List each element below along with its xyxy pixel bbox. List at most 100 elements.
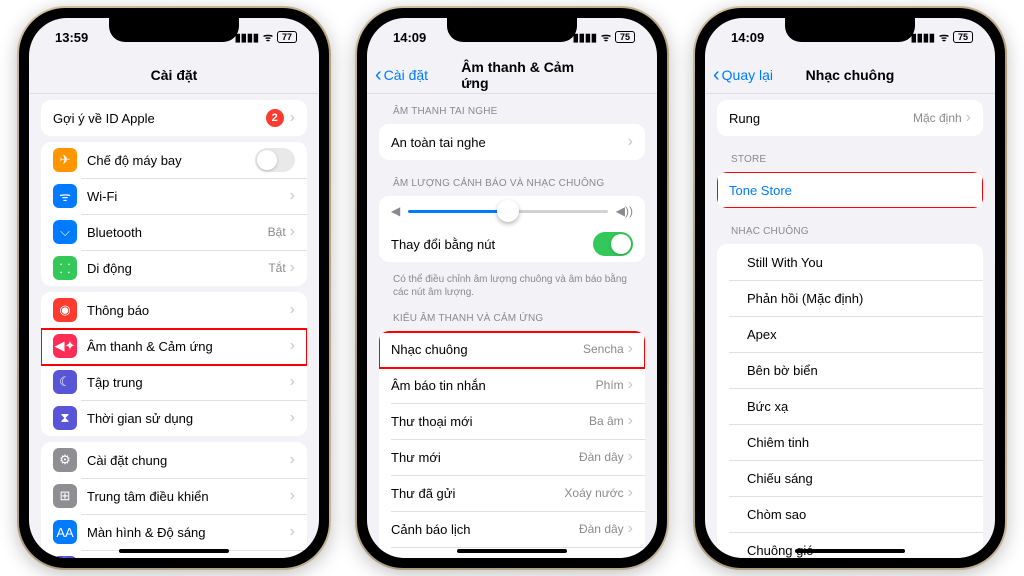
slider-thumb[interactable] <box>497 200 519 222</box>
row-icon: ⚙︎ <box>53 448 77 472</box>
chevron-right-icon: › <box>628 412 633 430</box>
row-label: Thông báo <box>87 303 290 318</box>
row-label: Thời gian sử dụng <box>87 411 290 426</box>
sound-row[interactable]: Cảnh báo lịchĐàn dây› <box>379 511 645 547</box>
sound-row[interactable]: Thư mớiĐàn dây › <box>379 439 645 475</box>
chevron-right-icon: › <box>628 340 633 358</box>
status-time: 13:59 <box>55 30 88 45</box>
row-value: Phím <box>596 378 624 392</box>
chevron-right-icon: › <box>628 484 633 502</box>
row-icon: ⊞ <box>53 484 77 508</box>
row-label: Chòm sao <box>747 507 971 522</box>
toggle[interactable] <box>255 148 295 172</box>
volume-slider[interactable] <box>408 210 608 213</box>
row-vibration[interactable]: Rung Mặc định › <box>717 100 983 136</box>
toggle-change-buttons[interactable] <box>593 232 633 256</box>
phone-sounds: 14:09 ▮▮▮▮ ᯤ 75 ‹ Cài đặt Âm thanh & Cảm… <box>357 8 667 568</box>
settings-row[interactable]: ᯤWi-Fi› <box>41 178 307 214</box>
row-value: Ba âm <box>589 414 624 428</box>
settings-row[interactable]: AA Màn hình & Độ sáng› <box>41 514 307 550</box>
row-label: Cài đặt chung <box>87 453 290 468</box>
row-value: Đàn dây <box>579 522 624 536</box>
chevron-right-icon: › <box>290 523 295 541</box>
ringtone-row[interactable]: Chiếu sáng <box>717 460 983 496</box>
row-icon: AA <box>53 520 77 544</box>
group-header: NHẠC CHUÔNG <box>705 214 995 242</box>
home-indicator <box>119 549 229 553</box>
chevron-right-icon: › <box>290 337 295 355</box>
row-headphone-safety[interactable]: An toàn tai nghe › <box>379 124 645 160</box>
row-label: An toàn tai nghe <box>391 135 628 150</box>
row-icon: ᯤ <box>53 184 77 208</box>
row-label: Bên bờ biển <box>747 363 971 378</box>
row-label: Tập trung <box>87 375 290 390</box>
settings-row[interactable]: ✈︎Chế độ máy bay <box>41 142 307 178</box>
sound-row[interactable]: Nhạc chuôngSencha› <box>379 331 645 367</box>
signal-icon: ▮▮▮▮ <box>573 31 597 44</box>
row-icon: ☾ <box>53 370 77 394</box>
ringtone-row[interactable]: Still With You <box>717 244 983 280</box>
row-label: Apex <box>747 327 971 342</box>
status-time: 14:09 <box>393 30 426 45</box>
row-change-with-buttons[interactable]: Thay đổi bằng nút <box>379 226 645 262</box>
row-value: Xoáy nước <box>564 486 623 500</box>
chevron-left-icon: ‹ <box>375 65 382 85</box>
settings-row[interactable]: ⚙︎Cài đặt chung› <box>41 442 307 478</box>
settings-row[interactable]: ◉Thông báo› <box>41 292 307 328</box>
row-label: Màn hình & Độ sáng <box>87 525 290 540</box>
row-label: Thay đổi bằng nút <box>391 237 593 252</box>
chevron-right-icon: › <box>628 520 633 538</box>
settings-row[interactable]: ⸬Di độngTắt› <box>41 250 307 286</box>
status-time: 14:09 <box>731 30 764 45</box>
chevron-right-icon: › <box>290 223 295 241</box>
row-label: Thư mới <box>391 450 579 465</box>
sound-row[interactable]: Thư thoại mớiBa âm› <box>379 403 645 439</box>
nav-bar: ‹ Quay lại Nhạc chuông <box>705 56 995 94</box>
row-label: Di động <box>87 261 268 276</box>
ringtone-row[interactable]: Phản hồi (Mặc định) <box>717 280 983 316</box>
row-icon: ◉ <box>53 298 77 322</box>
ringtone-row[interactable]: Chiêm tinh <box>717 424 983 460</box>
settings-row[interactable]: ⊞Trung tâm điều khiển› <box>41 478 307 514</box>
chevron-right-icon: › <box>628 448 633 466</box>
home-indicator <box>457 549 567 553</box>
settings-row[interactable]: ⌵BluetoothBật› <box>41 214 307 250</box>
chevron-right-icon: › <box>290 109 295 127</box>
badge: 2 <box>266 109 284 127</box>
wifi-icon: ᯤ <box>939 30 949 45</box>
chevron-right-icon: › <box>628 556 633 558</box>
row-label: Bức xạ <box>747 399 971 414</box>
sound-row[interactable]: Âm báo tin nhắnPhím› <box>379 367 645 403</box>
row-tone-store[interactable]: Tone Store <box>717 172 983 208</box>
settings-row[interactable]: ⧗Thời gian sử dụng› <box>41 400 307 436</box>
ringtone-row[interactable]: Bức xạ <box>717 388 983 424</box>
row-label: Phản hồi (Mặc định) <box>747 291 971 306</box>
row-value: Bật <box>268 225 286 239</box>
volume-slider-row: ◀︎ ◀︎)) <box>379 196 645 226</box>
group-header: STORE <box>705 142 995 170</box>
back-button[interactable]: ‹ Cài đặt <box>375 65 428 85</box>
back-button[interactable]: ‹ Quay lại <box>713 65 773 85</box>
sound-row[interactable]: Thư đã gửiXoáy nước› <box>379 475 645 511</box>
ringtone-row[interactable]: Chuông gió <box>717 532 983 558</box>
row-value: Đàn dây <box>579 450 624 464</box>
page-title: Cài đặt <box>151 67 198 83</box>
group-header: ÂM LƯỢNG CẢNH BÁO VÀ NHẠC CHUÔNG <box>367 166 657 194</box>
row-icon: ⧗ <box>53 406 77 430</box>
battery-icon: 77 <box>277 31 297 43</box>
settings-row[interactable]: ◀︎✦Âm thanh & Cảm ứng› <box>41 328 307 364</box>
ringtone-row[interactable]: Apex <box>717 316 983 352</box>
page-title: Âm thanh & Cảm ứng <box>461 59 592 91</box>
row-apple-id[interactable]: Gợi ý về ID Apple 2 › <box>41 100 307 136</box>
row-label: Still With You <box>747 255 971 270</box>
ringtone-row[interactable]: Bên bờ biển <box>717 352 983 388</box>
settings-row[interactable]: ☾Tập trung› <box>41 364 307 400</box>
row-icon: ◀︎✦ <box>53 334 77 358</box>
row-label: Chiêm tinh <box>747 435 971 450</box>
group-footer: Có thể điều chỉnh âm lượng chuông và âm … <box>367 268 657 301</box>
ringtone-row[interactable]: Chòm sao <box>717 496 983 532</box>
chevron-left-icon: ‹ <box>713 65 720 85</box>
nav-bar: Cài đặt <box>29 56 319 94</box>
row-label: Nhạc chuông <box>391 342 583 357</box>
row-label: Chiếu sáng <box>747 471 971 486</box>
